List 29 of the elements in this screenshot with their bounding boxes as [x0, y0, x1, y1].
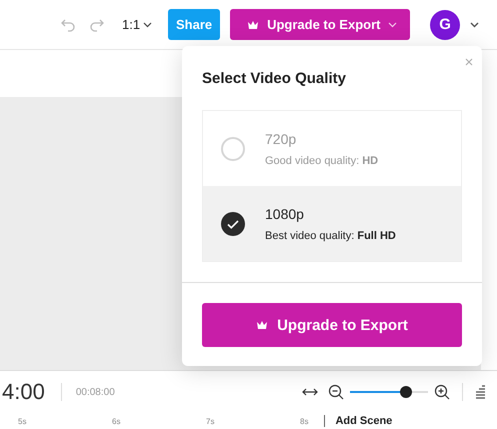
dialog-title: Select Video Quality: [202, 70, 346, 89]
option-description: Good video quality: HD: [265, 154, 378, 166]
ruler-label: 5s: [18, 416, 28, 426]
caret-icon[interactable]: [470, 22, 480, 28]
fit-width-icon[interactable]: [302, 388, 318, 396]
slider-thumb[interactable]: [400, 386, 412, 398]
radio-icon: [221, 136, 245, 160]
add-scene-button[interactable]: Add Scene: [335, 415, 392, 427]
caret-icon: [388, 22, 398, 28]
crown-icon: [256, 320, 268, 330]
upgrade-button[interactable]: Upgrade to Export: [202, 303, 462, 347]
radio-checked-icon: [221, 212, 245, 236]
upgrade-button[interactable]: Upgrade to Export: [230, 9, 410, 40]
zoom-in-icon[interactable]: [434, 384, 450, 400]
avatar[interactable]: G: [430, 10, 460, 40]
ruler-label: 6s: [112, 416, 122, 426]
ruler-label: 7s: [206, 416, 216, 426]
aspect-ratio-dropdown[interactable]: 1:1: [122, 17, 152, 32]
caret-icon: [143, 22, 152, 28]
ruler-label: 8s: [300, 416, 308, 426]
zoom-out-icon[interactable]: [328, 384, 344, 400]
levels-icon[interactable]: [475, 385, 485, 399]
option-name: 1080p: [265, 206, 305, 222]
duration: 00:08:00: [76, 386, 115, 398]
option-description: Best video quality: Full HD: [265, 230, 396, 242]
quality-option[interactable]: 1080p Best video quality: Full HD: [203, 186, 461, 261]
option-name: 720p: [265, 130, 298, 146]
crown-icon: [247, 20, 260, 30]
current-time: 4:00: [2, 379, 45, 405]
